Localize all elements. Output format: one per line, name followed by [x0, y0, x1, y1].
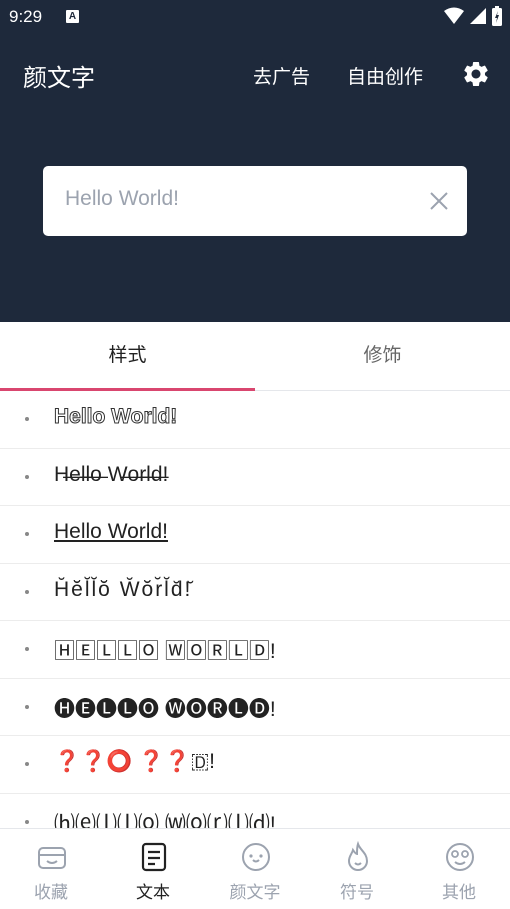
header: 9:29 A 颜文字 去广告 自由创作 Hello World! [0, 0, 510, 322]
nav-text[interactable]: 文本 [102, 829, 204, 909]
style-breve-text: H̆ĕl̆l̆ŏ W̆ŏr̆l̆d̆!̆ [54, 577, 193, 601]
list-item[interactable]: H̶e̶l̶l̶o̶ W̶o̶r̶l̶d̶! [0, 449, 510, 506]
free-create-button[interactable]: 自由创作 [347, 62, 423, 89]
list-item[interactable]: ⒣⒠⒧⒧⒪ ⒲⒪⒭⒧⒟! [0, 794, 510, 829]
gear-icon[interactable] [461, 59, 491, 89]
style-underline-text: Hello World! [54, 520, 168, 543]
bullet [25, 474, 29, 479]
tab-decorations[interactable]: 修饰 [255, 322, 510, 390]
nav-kaomoji-label: 颜文字 [229, 883, 281, 903]
style-outline-text: Hello World! [53, 405, 178, 429]
style-strike-text: H̶e̶l̶l̶o̶ W̶o̶r̶l̶d̶! [54, 462, 169, 486]
style-boxed-text: 🄷🄴🄻🄻🄾 🅆🄾🅁🄻🄳! [54, 640, 276, 663]
list-item[interactable]: Hello World! [0, 391, 510, 449]
smiley-face-icon [446, 843, 474, 871]
text-note-icon [141, 842, 167, 872]
style-list: Hello World! H̶e̶l̶l̶o̶ W̶o̶r̶l̶d̶! Hell… [0, 391, 510, 828]
signal-icon [470, 8, 486, 24]
bullet [25, 704, 29, 709]
wifi-icon [444, 7, 464, 24]
nav-other-label: 其他 [442, 883, 476, 903]
style-parenthesized-text: ⒣⒠⒧⒧⒪ ⒲⒪⒭⒧⒟! [54, 812, 276, 829]
list-item[interactable]: Hello World! [0, 506, 510, 564]
list-item[interactable]: 🅗🅔🅛🅛🅞 🅦🅞🅡🅛🅓! [0, 679, 510, 736]
nav-favorites-label: 收藏 [34, 883, 68, 903]
flame-icon [347, 841, 369, 871]
text-input-value[interactable]: Hello World! [65, 187, 179, 211]
remove-ads-button[interactable]: 去广告 [253, 62, 310, 89]
battery-icon [492, 6, 502, 26]
style-circled-text: 🅗🅔🅛🅛🅞 🅦🅞🅡🅛🅓! [54, 697, 276, 721]
bottom-nav: 收藏 文本 颜文字 符号 其他 [0, 828, 510, 909]
kaomoji-face-icon [242, 843, 270, 871]
list-item[interactable]: 🄷🄴🄻🄻🄾 🅆🄾🅁🄻🄳! [0, 621, 510, 679]
style-emoji-text: ❓❓⭕ ❓❓🇩! [54, 750, 215, 773]
list-item[interactable]: ❓❓⭕ ❓❓🇩! [0, 736, 510, 794]
bullet [25, 819, 29, 824]
nav-kaomoji[interactable]: 颜文字 [204, 829, 306, 909]
close-icon[interactable] [427, 189, 451, 213]
text-input[interactable]: Hello World! [43, 166, 467, 236]
nav-symbols[interactable]: 符号 [306, 829, 408, 909]
app-title: 颜文字 [23, 64, 95, 92]
bullet [25, 532, 29, 536]
bullet [25, 589, 29, 594]
list-item[interactable]: H̆ĕl̆l̆ŏ W̆ŏr̆l̆d̆!̆ [0, 564, 510, 621]
tab-bar: 样式 修饰 [0, 322, 510, 391]
nav-favorites[interactable]: 收藏 [0, 829, 102, 909]
status-icons [444, 6, 502, 26]
nav-other[interactable]: 其他 [408, 829, 510, 909]
bullet [25, 647, 29, 651]
status-bar: 9:29 A [0, 0, 510, 34]
status-time: 9:29 [9, 7, 43, 26]
notification-app-icon: A [66, 10, 79, 23]
favorites-box-icon [38, 847, 66, 869]
tab-styles-label: 样式 [108, 344, 147, 366]
nav-symbols-label: 符号 [340, 883, 374, 903]
bullet [25, 417, 29, 421]
tab-styles[interactable]: 样式 [0, 322, 255, 390]
tab-decorations-label: 修饰 [363, 344, 402, 366]
nav-text-label: 文本 [136, 883, 170, 903]
bullet [25, 762, 29, 766]
